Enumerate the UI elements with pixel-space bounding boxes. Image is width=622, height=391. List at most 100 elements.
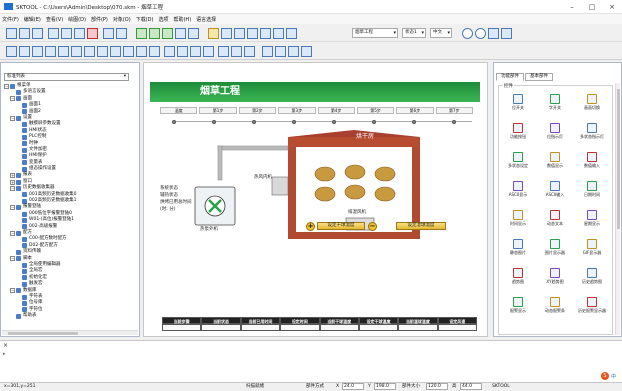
toolbox-scrollbar[interactable] <box>615 83 620 335</box>
ungroup-icon[interactable] <box>203 46 214 57</box>
output-arrow-icon[interactable]: ▸ <box>3 351 6 357</box>
cut-icon[interactable] <box>48 28 59 39</box>
delete-icon[interactable] <box>87 28 98 39</box>
menu-item-5[interactable]: 对象(O) <box>113 16 131 23</box>
toolbox-item[interactable]: 历史报警显示器 <box>577 295 607 317</box>
toolbox-item[interactable]: 趋势图 <box>503 266 533 288</box>
align-center-icon[interactable] <box>19 46 30 57</box>
zoom-out-icon[interactable] <box>475 28 486 39</box>
set-dry-temp-button[interactable]: 设定干球温度 <box>317 222 365 230</box>
new-icon[interactable] <box>6 28 17 39</box>
input-method-tray[interactable]: S 中 <box>600 372 616 380</box>
group-icon[interactable] <box>190 46 201 57</box>
redo-icon[interactable] <box>116 28 127 39</box>
copy-icon[interactable] <box>61 28 72 39</box>
expand-toggle-icon[interactable]: − <box>10 96 15 102</box>
rotate-icon[interactable] <box>244 46 255 57</box>
state-select[interactable]: 状态1 <box>402 28 426 38</box>
picture-lib-icon[interactable] <box>221 28 232 39</box>
toolbox-item[interactable]: 字开关 <box>540 92 570 114</box>
bring-front-icon[interactable] <box>164 46 175 57</box>
project-view-select[interactable]: 标准列表 <box>4 73 129 81</box>
zoom-fit-icon[interactable] <box>488 28 499 39</box>
tab-function-parts[interactable]: 功能部件 <box>496 73 524 81</box>
toolbox-item[interactable]: 静态图片 <box>503 237 533 259</box>
layer-icon[interactable] <box>273 28 284 39</box>
zoom-page-icon[interactable] <box>501 28 512 39</box>
font-icon[interactable] <box>234 28 245 39</box>
toolbox-item[interactable]: 时间显示 <box>503 208 533 230</box>
toolbox-item[interactable]: 功能按钮 <box>503 121 533 143</box>
menu-item-2[interactable]: 查看(V) <box>46 16 63 23</box>
unlock-all-icon[interactable] <box>301 46 312 57</box>
expand-toggle-icon[interactable]: − <box>10 205 15 211</box>
lock-all-icon[interactable] <box>288 46 299 57</box>
toolbox-item[interactable]: 位指示灯 <box>540 121 570 143</box>
menu-item-7[interactable]: 选项 <box>158 16 168 23</box>
minus-icon[interactable]: − <box>368 222 377 231</box>
paste-icon[interactable] <box>74 28 85 39</box>
compile-icon[interactable] <box>136 28 147 39</box>
center-icon[interactable] <box>149 46 160 57</box>
same-width-icon[interactable] <box>84 46 95 57</box>
grid-icon[interactable] <box>247 28 258 39</box>
menu-item-6[interactable]: 下载(D) <box>136 16 154 23</box>
align-left-icon[interactable] <box>6 46 17 57</box>
toolbox-item[interactable]: 日期时间 <box>577 179 607 201</box>
lib-icon[interactable] <box>208 28 219 39</box>
offline-sim-icon[interactable] <box>149 28 160 39</box>
toolbox-item[interactable]: 数值输入 <box>577 150 607 172</box>
project-select[interactable]: 烟草工程 <box>352 28 398 38</box>
set-wet-temp-button[interactable]: 设定湿球温度 <box>396 222 446 230</box>
lock-icon[interactable] <box>262 46 273 57</box>
toolbox-item[interactable]: 动态报警条 <box>540 295 570 317</box>
align-bottom-icon[interactable] <box>71 46 82 57</box>
close-output-icon[interactable]: × <box>3 342 8 349</box>
zoom-in-icon[interactable] <box>462 28 473 39</box>
expand-toggle-icon[interactable]: − <box>10 288 15 294</box>
menu-item-3[interactable]: 绘图(D) <box>68 16 86 23</box>
tree-item[interactable]: 帮助表 <box>4 313 138 319</box>
close-button[interactable]: × <box>602 3 622 11</box>
mirror-h-icon[interactable] <box>218 46 229 57</box>
toolbox-item[interactable]: 星期显示 <box>577 208 607 230</box>
menu-item-9[interactable]: 语言选择 <box>196 16 216 23</box>
align-middle-icon[interactable] <box>58 46 69 57</box>
open-icon[interactable] <box>19 28 30 39</box>
toolbox-item[interactable]: 多状态指示灯 <box>577 121 607 143</box>
expand-toggle-icon[interactable]: + <box>10 179 15 185</box>
expand-toggle-icon[interactable]: + <box>10 173 15 179</box>
unlock-icon[interactable] <box>275 46 286 57</box>
expand-toggle-icon[interactable]: − <box>10 185 15 191</box>
maximize-button[interactable]: □ <box>582 3 602 11</box>
align-top-icon[interactable] <box>45 46 56 57</box>
expand-toggle-icon[interactable]: − <box>4 83 9 89</box>
toolbox-item[interactable]: 动态文本 <box>540 208 570 230</box>
plus-icon[interactable]: + <box>306 222 315 231</box>
language-select[interactable]: 中文 <box>430 28 452 38</box>
upload-icon[interactable] <box>188 28 199 39</box>
menu-item-4[interactable]: 部件(P) <box>91 16 108 23</box>
toolbox-item[interactable]: 图片显示器 <box>540 237 570 259</box>
space-h-icon[interactable] <box>123 46 134 57</box>
toolbox-item[interactable]: 多状态设定 <box>503 150 533 172</box>
same-size-icon[interactable] <box>110 46 121 57</box>
space-v-icon[interactable] <box>136 46 147 57</box>
toolbox-item[interactable]: 画面切换 <box>577 92 607 114</box>
download-icon[interactable] <box>175 28 186 39</box>
expand-toggle-icon[interactable]: − <box>10 230 15 236</box>
expand-toggle-icon[interactable]: − <box>10 256 15 262</box>
undo-icon[interactable] <box>103 28 114 39</box>
toolbox-item[interactable]: 报警显示 <box>503 295 533 317</box>
toolbox-item[interactable]: XY趋势图 <box>540 266 570 288</box>
toolbox-item[interactable]: ASCII输入 <box>540 179 570 201</box>
toolbox-item[interactable]: 位开关 <box>503 92 533 114</box>
horizontal-scrollbar[interactable] <box>2 330 138 335</box>
toolbox-item[interactable]: 历史趋势图 <box>577 266 607 288</box>
toolbox-item[interactable]: 数值显示 <box>540 150 570 172</box>
mirror-v-icon[interactable] <box>231 46 242 57</box>
send-back-icon[interactable] <box>177 46 188 57</box>
expand-toggle-icon[interactable]: − <box>10 115 15 121</box>
save-icon[interactable] <box>32 28 43 39</box>
toolbox-item[interactable]: ASCII显示 <box>503 179 533 201</box>
